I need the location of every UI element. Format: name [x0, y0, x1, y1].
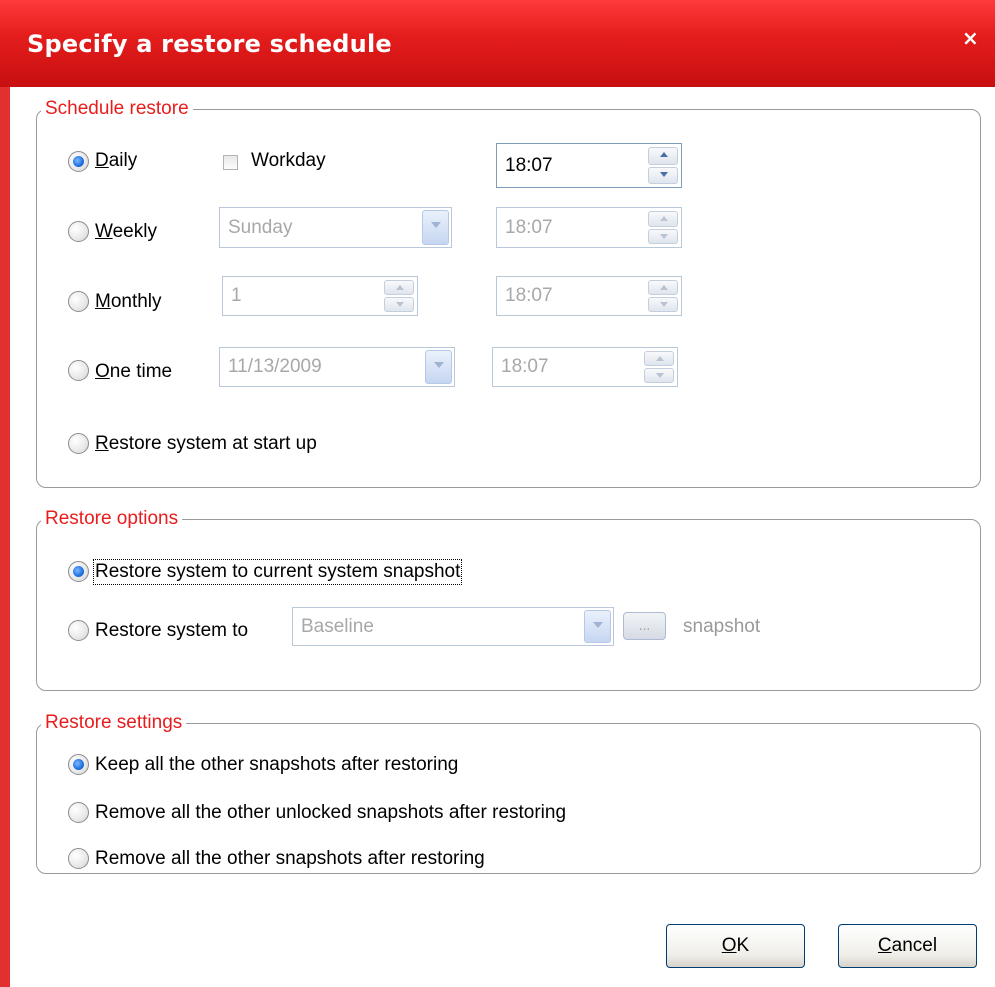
monthly-time-input[interactable]: 18:07	[496, 276, 682, 316]
label-keep-snapshots[interactable]: Keep all the other snapshots after resto…	[95, 754, 458, 776]
one-time-time-value: 18:07	[501, 356, 549, 377]
label-restore-current[interactable]: Restore system to current system snapsho…	[92, 559, 463, 585]
spin-down-icon[interactable]	[644, 368, 674, 383]
label-one-time[interactable]: One time	[95, 361, 172, 383]
radio-startup[interactable]	[68, 433, 89, 454]
monthly-time-value: 18:07	[505, 285, 553, 306]
weekly-day-select[interactable]: Sunday	[219, 207, 452, 248]
radio-restore-current[interactable]	[68, 561, 89, 582]
radio-remove-unlocked[interactable]	[68, 802, 89, 823]
restore-options-group: Restore options	[36, 508, 981, 691]
workday-checkbox[interactable]	[223, 155, 238, 170]
spin-up-icon[interactable]	[648, 280, 678, 295]
radio-one-time[interactable]	[68, 360, 89, 381]
label-startup[interactable]: Restore system at start up	[95, 433, 317, 455]
label-weekly[interactable]: Weekly	[95, 221, 157, 243]
monthly-day-spinner[interactable]	[384, 280, 414, 312]
spin-up-icon[interactable]	[648, 211, 678, 227]
title-bar: Specify a restore schedule ×	[0, 0, 995, 87]
spin-up-icon[interactable]	[384, 280, 414, 295]
weekly-time-value: 18:07	[505, 216, 553, 238]
spin-down-icon[interactable]	[648, 166, 678, 184]
radio-weekly[interactable]	[68, 221, 89, 242]
weekly-day-value: Sunday	[228, 216, 293, 238]
radio-remove-all[interactable]	[68, 848, 89, 869]
monthly-day-input[interactable]: 1	[222, 276, 418, 316]
dropdown-arrow-icon[interactable]	[422, 210, 449, 245]
weekly-time-spinner[interactable]	[648, 211, 678, 244]
browse-button[interactable]: ...	[623, 612, 666, 640]
daily-time-spinner[interactable]	[648, 147, 678, 184]
restore-options-legend: Restore options	[45, 508, 179, 529]
spin-up-icon[interactable]	[644, 351, 674, 366]
monthly-day-value: 1	[231, 285, 242, 306]
ok-button[interactable]: OK	[666, 924, 805, 968]
workday-label: Workday	[251, 150, 326, 171]
one-time-date-value: 11/13/2009	[228, 356, 322, 377]
cancel-button[interactable]: Cancel	[838, 924, 977, 968]
one-time-time-input[interactable]: 18:07	[492, 347, 678, 387]
dropdown-arrow-icon[interactable]	[584, 610, 611, 643]
radio-restore-to[interactable]	[68, 620, 89, 641]
spin-up-icon[interactable]	[648, 147, 678, 165]
daily-time-input[interactable]: 18:07	[496, 143, 682, 188]
daily-time-value: 18:07	[505, 154, 553, 176]
label-remove-all[interactable]: Remove all the other snapshots after res…	[95, 848, 485, 870]
restore-settings-legend: Restore settings	[45, 712, 183, 733]
snapshot-select[interactable]: Baseline	[292, 607, 614, 646]
dialog-title: Specify a restore schedule	[27, 30, 392, 58]
label-remove-unlocked[interactable]: Remove all the other unlocked snapshots …	[95, 802, 566, 824]
window-left-border	[0, 87, 12, 987]
spin-down-icon[interactable]	[384, 297, 414, 312]
radio-monthly[interactable]	[68, 291, 89, 312]
label-monthly[interactable]: Monthly	[95, 291, 162, 313]
label-restore-to[interactable]: Restore system to	[95, 620, 248, 642]
label-daily[interactable]: Daily	[95, 150, 137, 172]
one-time-time-spinner[interactable]	[644, 351, 674, 383]
one-time-date-select[interactable]: 11/13/2009	[219, 347, 455, 387]
monthly-time-spinner[interactable]	[648, 280, 678, 312]
radio-daily[interactable]	[68, 151, 89, 172]
spin-down-icon[interactable]	[648, 228, 678, 244]
snapshot-suffix-label: snapshot	[683, 616, 761, 637]
spin-down-icon[interactable]	[648, 297, 678, 312]
close-icon[interactable]: ×	[962, 26, 979, 50]
snapshot-select-value: Baseline	[301, 615, 374, 637]
weekly-time-input[interactable]: 18:07	[496, 207, 682, 248]
radio-keep-snapshots[interactable]	[68, 754, 89, 775]
dropdown-arrow-icon[interactable]	[425, 350, 452, 384]
schedule-restore-legend: Schedule restore	[45, 98, 189, 119]
